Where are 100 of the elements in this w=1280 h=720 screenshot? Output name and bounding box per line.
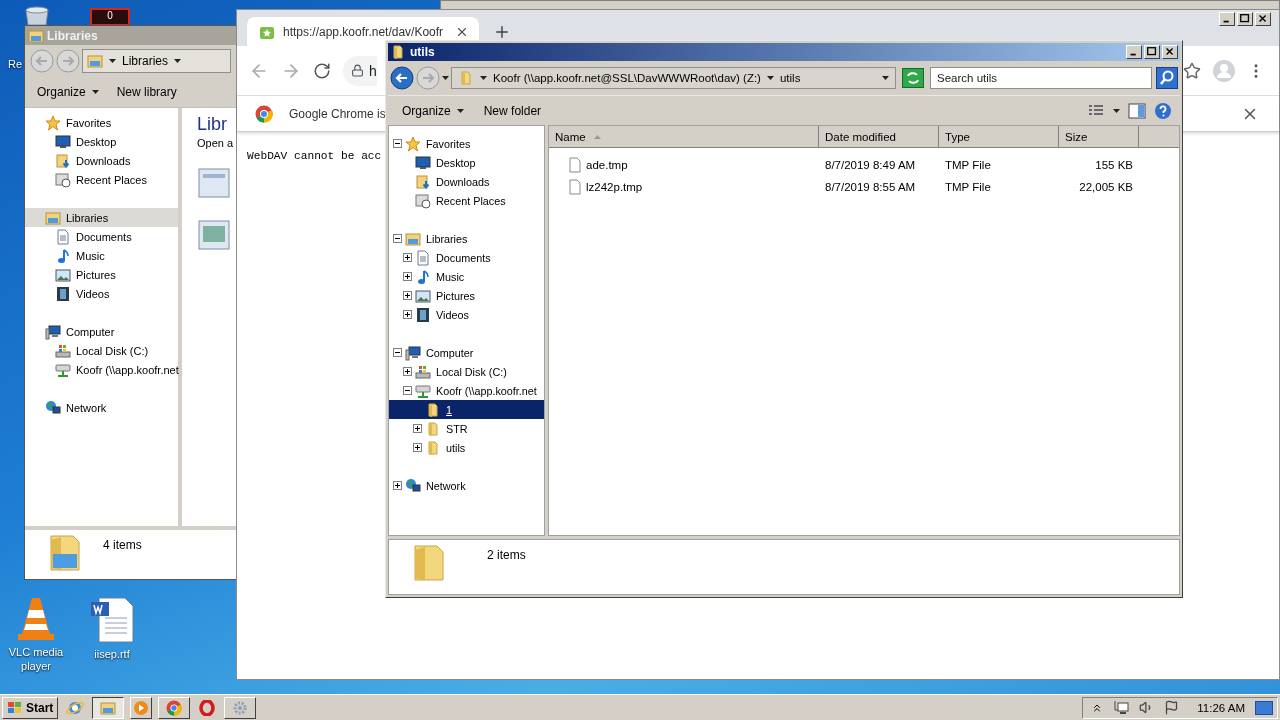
tree-item[interactable]: Music (389, 267, 544, 286)
computer-icon (45, 323, 61, 340)
table-cell-text: 155 KB (1094, 159, 1134, 171)
bookmark-star-icon[interactable] (1183, 61, 1201, 80)
nav-item[interactable]: Computer (25, 322, 178, 341)
back-button[interactable] (390, 66, 414, 90)
expand-toggle[interactable] (403, 272, 412, 281)
tree-item[interactable]: Downloads (389, 172, 544, 191)
window-title: utils (410, 45, 436, 59)
help-icon[interactable] (1154, 101, 1172, 120)
minimize-button[interactable] (1126, 45, 1142, 59)
browser-tab[interactable]: https://app.koofr.net/dav/Koofr (247, 17, 479, 46)
expand-toggle[interactable] (403, 310, 412, 319)
desktop-icon-label: Re (8, 58, 23, 72)
column-header[interactable]: Type (939, 126, 1059, 148)
expand-toggle[interactable] (393, 481, 402, 490)
tree-item[interactable]: Network (389, 476, 544, 495)
ring-icon[interactable] (199, 699, 216, 716)
film-icon (55, 285, 71, 302)
nav-item[interactable]: Recent Places (25, 170, 178, 189)
star-icon (45, 114, 61, 131)
traffic-cone-icon[interactable] (16, 596, 56, 642)
address-bar[interactable]: Koofr (\\app.koofr.net@SSL\DavWWWRoot\dav) (Z:) utils (451, 67, 896, 89)
reload-icon[interactable] (313, 61, 331, 80)
address-bar[interactable]: Libraries (82, 49, 231, 73)
tab-title: https://app.koofr.net/dav/Koofr (283, 24, 445, 39)
expand-toggle[interactable] (393, 234, 402, 243)
nav-item[interactable]: Libraries (25, 208, 178, 227)
tree-item[interactable]: Favorites (389, 134, 544, 153)
nav-item[interactable]: Desktop (25, 132, 178, 151)
pane-description: Open a (197, 137, 235, 149)
nav-item[interactable]: Favorites (25, 113, 178, 132)
folder-icon (425, 401, 441, 418)
desktop-icon-label: 0 (90, 8, 130, 26)
item-count: 2 items (487, 548, 526, 562)
expand-toggle[interactable] (393, 139, 402, 148)
network-icon[interactable] (1113, 699, 1130, 716)
tree-item[interactable]: Pictures (389, 286, 544, 305)
expand-toggle[interactable] (403, 367, 412, 376)
tree-item[interactable]: Libraries (389, 229, 544, 248)
taskbar-item[interactable] (92, 696, 125, 719)
toolbar-button[interactable]: New library (110, 83, 183, 101)
desktop-icon-label: iisep.rtf (94, 648, 130, 662)
address-field[interactable]: h (343, 55, 377, 86)
close-button[interactable] (1255, 12, 1271, 26)
tree-item[interactable]: Local Disk (C:) (389, 362, 544, 381)
column-header[interactable]: Size (1059, 126, 1139, 148)
tree-item[interactable]: Koofr (\\app.koofr.net (389, 381, 544, 400)
tree-item[interactable]: 1 (389, 400, 544, 419)
nav-item[interactable]: Downloads (25, 151, 178, 170)
organize-menu[interactable]: Organize (31, 83, 105, 101)
nav-item[interactable]: Videos (25, 284, 178, 303)
table-cell-text: TMP File (944, 181, 992, 193)
word-document-icon[interactable] (89, 596, 135, 644)
desktop-icon-label: VLC media player (7, 646, 65, 674)
maximize-button[interactable] (1144, 45, 1160, 59)
tree-item[interactable]: Desktop (389, 153, 544, 172)
column-header[interactable]: Date modified (819, 126, 939, 148)
expand-toggle[interactable] (413, 424, 422, 433)
nav-item[interactable]: Network (25, 398, 178, 417)
tree-item[interactable]: Videos (389, 305, 544, 324)
expand-toggle[interactable] (403, 253, 412, 262)
nav-item[interactable]: Koofr (\\app.koofr.net (25, 360, 178, 379)
expand-toggle[interactable] (413, 443, 422, 452)
expand-toggle[interactable] (393, 348, 402, 357)
expand-toggle[interactable] (403, 386, 412, 395)
column-header[interactable]: Name (549, 126, 819, 148)
tree-item[interactable]: Documents (389, 248, 544, 267)
nav-item[interactable]: Local Disk (C:) (25, 341, 178, 360)
new-folder-button[interactable]: New folder (477, 101, 548, 120)
close-button[interactable] (1162, 45, 1178, 59)
tree-item[interactable]: Computer (389, 343, 544, 362)
search-field[interactable]: Search utils (930, 67, 1152, 89)
caret-icon (174, 59, 182, 63)
tree-item[interactable]: STR (389, 419, 544, 438)
folder-icon (390, 44, 406, 60)
start-button[interactable]: Start (2, 696, 59, 719)
maximize-button[interactable] (1237, 12, 1253, 26)
disk-icon (415, 363, 431, 380)
file-name[interactable]: lz242p.tmp (586, 181, 643, 193)
refresh-button[interactable] (902, 68, 924, 88)
tree-item[interactable]: utils (389, 438, 544, 457)
table-cell-text: TMP File (944, 159, 992, 171)
minimize-button[interactable] (1219, 12, 1235, 26)
network-drive-icon (55, 361, 71, 378)
nav-item[interactable]: Pictures (25, 265, 178, 284)
computer-icon (405, 344, 421, 361)
organize-menu[interactable]: Organize (396, 101, 470, 120)
tree-item[interactable]: Recent Places (389, 191, 544, 210)
file-name[interactable]: ade.tmp (586, 159, 628, 171)
nav-item[interactable]: Documents (25, 227, 178, 246)
show-desktop-icon[interactable] (1255, 700, 1273, 715)
expand-toggle[interactable] (403, 291, 412, 300)
chrome-logo-icon (255, 104, 273, 123)
chrome-logo-icon[interactable] (166, 699, 183, 716)
pane-heading: Libr (197, 114, 228, 135)
flag-icon[interactable] (1164, 700, 1180, 715)
nav-item[interactable]: Music (25, 246, 178, 265)
search-button[interactable] (1156, 67, 1178, 89)
preview-pane-icon[interactable] (1128, 102, 1146, 119)
